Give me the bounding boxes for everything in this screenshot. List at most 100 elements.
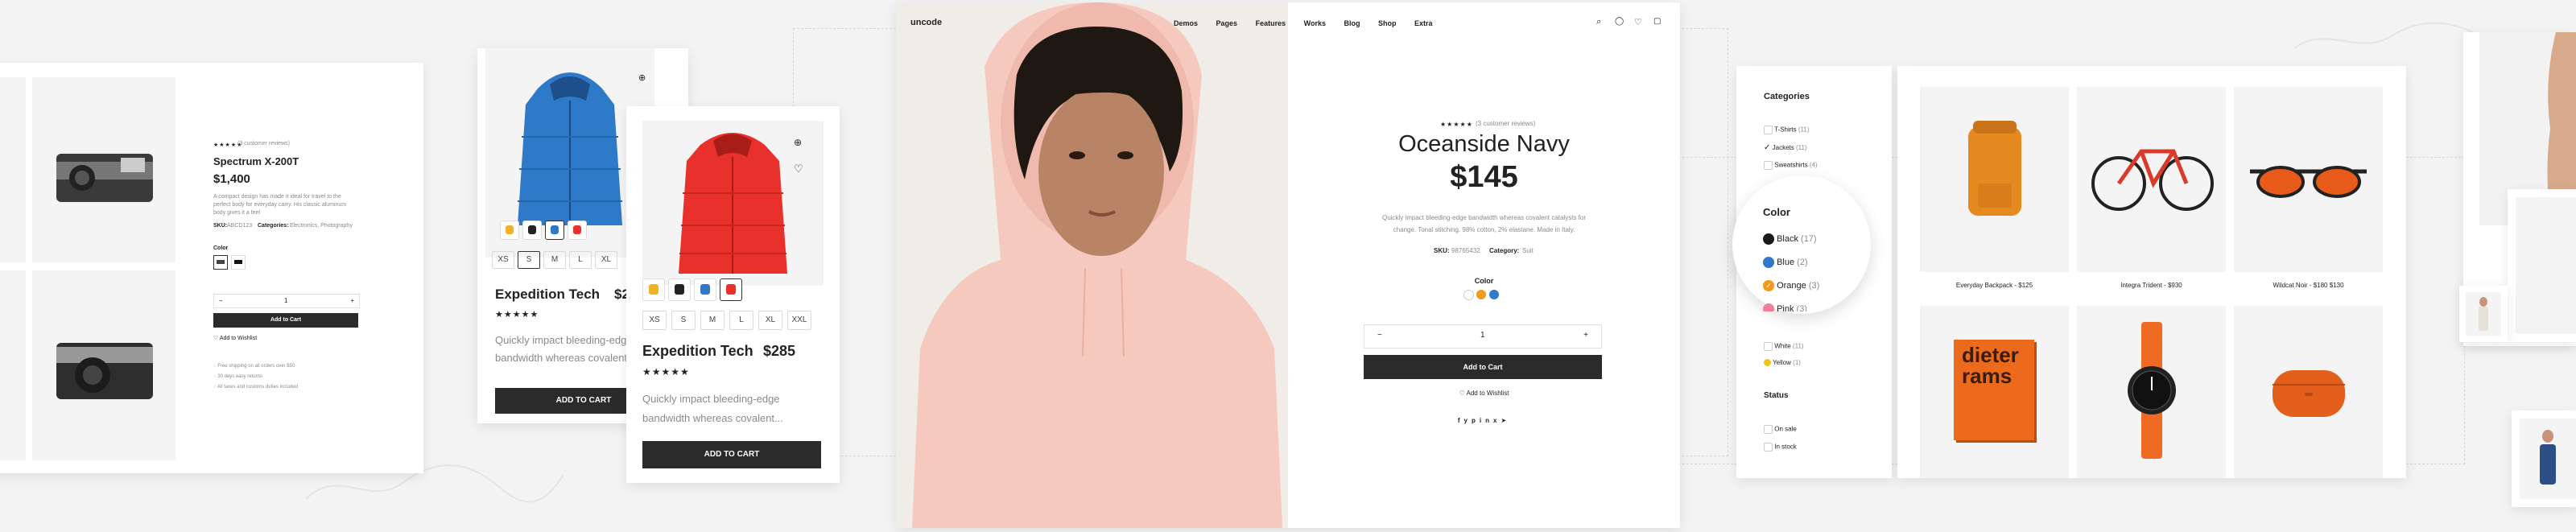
main-qty-minus[interactable]: − [1377,331,1382,340]
filter-category-item[interactable]: T-Shirts (11) [1764,126,1810,134]
filter-status-item[interactable]: On sale [1764,425,1797,434]
red-jacket-size[interactable]: L [729,311,753,330]
red-jacket-rating-stars: ★★★★★ [642,366,690,377]
camera-review-count[interactable]: (3 customer reviews) [237,141,290,146]
camera-categories[interactable]: Electronics, Photography [290,223,353,229]
red-jacket-swatch-yellow[interactable] [642,278,665,301]
filter-more-color[interactable]: Yellow (1) [1764,359,1801,367]
main-review-count[interactable]: (3 customer reviews) [1476,120,1535,127]
filter-status-item[interactable]: In stock [1764,443,1797,452]
product-image-sunglasses[interactable] [2234,87,2383,272]
red-jacket-swatch-black[interactable] [668,278,691,301]
nav-item-shop[interactable]: Shop [1378,19,1397,27]
gallery-thumb[interactable] [2466,292,2501,336]
backpack-icon [1968,121,2021,216]
filter-color-count: (1) [1793,359,1801,366]
main-color-swatch-white[interactable] [1463,290,1474,300]
filter-color-item[interactable]: ✓ Orange (3) [1763,280,1819,291]
red-jacket-size[interactable]: S [671,311,696,330]
checkbox-icon [1764,443,1773,452]
camera-color-swatch-silver[interactable] [213,255,228,270]
nav-item-blog[interactable]: Blog [1344,19,1360,27]
main-add-to-cart-button[interactable]: Add to Cart [1364,355,1602,379]
product-image-watch[interactable] [2077,306,2226,478]
product-caption[interactable]: Everyday Backpack - $125 [1920,282,2069,289]
model-thumbnail[interactable] [2520,419,2576,499]
search-icon[interactable]: ⌕ [1596,17,1601,27]
blue-jacket-description: Quickly impact bleeding-edge bandwidth w… [495,334,636,364]
blue-jacket-size[interactable]: L [569,251,592,269]
filter-category-label: Sweatshirts [1774,161,1808,169]
red-jacket-swatch-red[interactable] [720,278,742,301]
blue-jacket-size[interactable]: XS [492,251,514,269]
camera-add-to-cart-button[interactable]: Add to Cart [213,313,358,328]
color-filter-magnifier: Color Black (17) Blue (2) ✓ Orange (3) P… [1732,175,1871,314]
camera-color-swatch-black[interactable] [231,255,246,270]
product-image-book[interactable]: dieter rams [1920,306,2069,478]
filter-category-item[interactable]: Sweatshirts (4) [1764,161,1818,170]
nav-item-features[interactable]: Features [1256,19,1286,27]
camera-image-back[interactable] [32,270,175,460]
model-thumbnail[interactable] [2516,197,2576,334]
red-jacket-size[interactable]: XXL [787,311,811,330]
wishlist-icon[interactable]: ♡ [1634,17,1642,27]
filter-category-item[interactable]: ✓ Jackets (11) [1764,143,1807,152]
red-jacket-size[interactable]: XS [642,311,667,330]
blue-jacket-swatch-blue[interactable] [545,221,564,240]
blue-jacket-swatch-red[interactable] [568,221,587,240]
pinterest-icon[interactable]: p [1472,417,1480,424]
camera-qty-value[interactable]: 1 [284,297,287,304]
red-jacket-size[interactable]: M [700,311,724,330]
nav-item-pages[interactable]: Pages [1216,19,1238,27]
main-category[interactable]: Suit [1522,247,1534,254]
main-qty-value[interactable]: 1 [1480,331,1485,340]
nav-item-works[interactable]: Works [1304,19,1326,27]
blue-jacket-title[interactable]: Expedition Tech [495,287,600,303]
red-jacket-title[interactable]: Expedition Tech [642,343,753,360]
camera-feature: ◌ 30 days easy returns [213,374,262,379]
camera-qty-plus[interactable]: + [350,297,354,304]
camera-wishlist-label: Add to Wishlist [219,336,258,341]
camera-qty-minus[interactable]: − [219,297,223,304]
blue-jacket-swatch-yellow[interactable] [500,221,519,240]
red-jacket-price: $285 [763,343,796,359]
camera-image-thumb[interactable] [0,77,26,262]
sunglasses-icon [2250,166,2367,198]
blue-jacket-size[interactable]: S [518,251,540,269]
cart-icon[interactable]: ▢ [1653,17,1661,26]
nav-item-extra[interactable]: Extra [1414,19,1433,27]
main-color-swatch-orange[interactable] [1476,290,1486,299]
zoom-icon[interactable]: ⊕ [638,72,648,83]
facebook-icon[interactable]: f [1458,417,1464,424]
blue-jacket-size[interactable]: XL [595,251,617,269]
filter-color-item[interactable]: Black (17) [1763,233,1817,245]
product-image-bicycle[interactable] [2077,87,2226,272]
camera-wishlist-link[interactable]: ♡ Add to Wishlist [213,335,257,341]
site-logo[interactable]: uncode [910,18,942,27]
nav-item-demos[interactable]: Demos [1174,19,1198,27]
product-caption[interactable]: Integra Trident - $930 [2077,282,2226,289]
product-caption[interactable]: Wildcat Noir - $180 $130 [2234,282,2383,289]
camera-image-thumb[interactable] [0,270,26,460]
blue-jacket-size[interactable]: M [543,251,566,269]
main-qty-plus[interactable]: + [1583,331,1588,340]
zoom-icon[interactable]: ⊕ [794,137,803,148]
user-icon[interactable]: ◯ [1615,17,1624,26]
twitter-icon[interactable]: y [1464,417,1472,424]
camera-color-label: Color [213,245,229,251]
hoodie-hero-image[interactable] [896,2,1288,528]
blue-jacket-swatch-black[interactable] [522,221,542,240]
red-jacket-swatch-blue[interactable] [694,278,716,301]
camera-image-front[interactable] [32,77,175,262]
red-jacket-size[interactable]: XL [758,311,782,330]
wishlist-heart-icon[interactable]: ♡ [794,163,803,175]
product-image-backpack[interactable] [1920,87,2069,272]
linkedin-icon[interactable]: in [1480,417,1493,424]
telegram-icon[interactable]: ➤ [1501,417,1510,424]
main-wishlist-link[interactable]: ♡ Add to Wishlist [1288,390,1680,397]
main-color-swatch-blue[interactable] [1489,290,1499,299]
product-image-earbuds-case[interactable] [2234,306,2383,478]
filter-more-color[interactable]: White (11) [1764,342,1804,351]
red-jacket-add-to-cart-button[interactable]: ADD TO CART [642,441,821,468]
filter-color-item[interactable]: Blue (2) [1763,257,1808,268]
